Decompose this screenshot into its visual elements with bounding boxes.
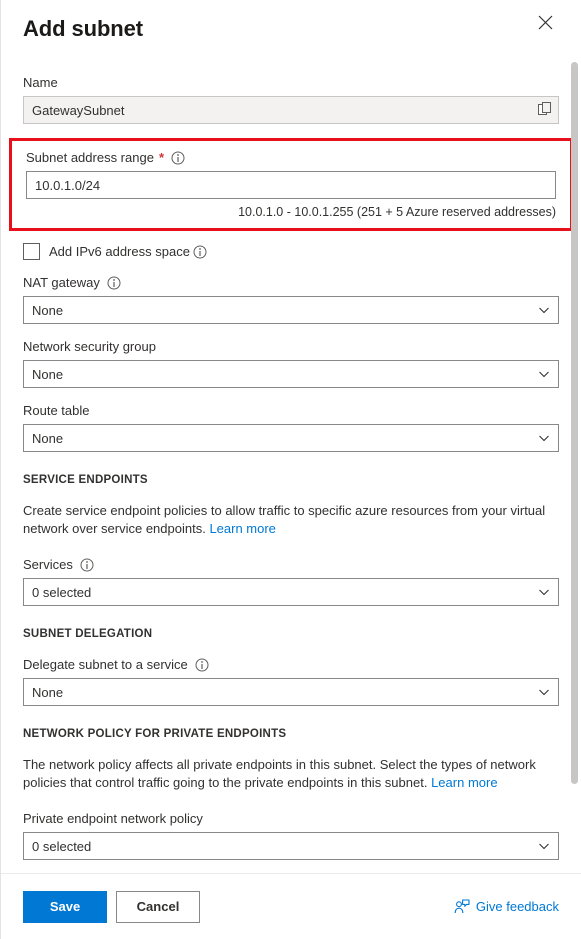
page-title: Add subnet — [23, 16, 143, 41]
save-button[interactable]: Save — [23, 890, 107, 923]
info-icon[interactable] — [107, 276, 121, 290]
field-subnet-address-range: Subnet address range * 10.0.1.0/24 10.0.… — [26, 149, 556, 220]
add-ipv6-row[interactable]: Add IPv6 address space — [23, 243, 559, 260]
field-route-table: Route table None — [23, 402, 559, 452]
scrollbar-thumb[interactable] — [571, 62, 578, 784]
private-endpoint-network-policy-label: Private endpoint network policy — [23, 810, 559, 828]
subnet-address-range-label-text: Subnet address range — [26, 150, 154, 165]
route-table-dropdown[interactable]: None — [23, 424, 559, 452]
required-marker: * — [158, 150, 164, 165]
field-name: Name GatewaySubnet — [23, 74, 559, 124]
delegate-subnet-dropdown[interactable]: None — [23, 678, 559, 706]
chevron-down-icon — [530, 425, 558, 451]
network-policy-learn-more-link[interactable]: Learn more — [431, 775, 497, 790]
network-policy-description: The network policy affects all private e… — [23, 756, 559, 792]
network-policy-heading: NETWORK POLICY FOR PRIVATE ENDPOINTS — [23, 728, 287, 740]
chevron-down-icon — [530, 833, 558, 859]
name-input-wrapper: GatewaySubnet — [23, 96, 559, 124]
name-label: Name — [23, 74, 559, 92]
route-table-value: None — [32, 430, 64, 446]
add-subnet-blade: Add subnet Name GatewaySubnet Subnet add… — [0, 0, 581, 939]
private-endpoint-network-policy-label-text: Private endpoint network policy — [23, 811, 203, 826]
network-security-group-value: None — [32, 366, 64, 382]
field-services: Services 0 selected — [23, 556, 559, 606]
route-table-label: Route table — [23, 402, 559, 420]
private-endpoint-network-policy-value: 0 selected — [32, 838, 92, 854]
delegate-subnet-value: None — [32, 684, 64, 700]
info-icon[interactable] — [171, 151, 185, 165]
chevron-down-icon — [530, 679, 558, 705]
nat-gateway-label: NAT gateway — [23, 274, 559, 292]
subnet-delegation-heading: SUBNET DELEGATION — [23, 628, 153, 640]
copy-icon — [538, 101, 552, 119]
service-endpoints-learn-more-link[interactable]: Learn more — [209, 521, 275, 536]
close-icon — [538, 15, 553, 30]
delegate-subnet-label-text: Delegate subnet to a service — [23, 657, 188, 672]
copy-button[interactable] — [532, 97, 558, 123]
service-endpoints-description-text: Create service endpoint policies to allo… — [23, 503, 546, 536]
services-dropdown[interactable]: 0 selected — [23, 578, 559, 606]
network-security-group-dropdown[interactable]: None — [23, 360, 559, 388]
field-private-endpoint-network-policy: Private endpoint network policy 0 select… — [23, 810, 559, 860]
private-endpoint-network-policy-dropdown[interactable]: 0 selected — [23, 832, 559, 860]
info-icon[interactable] — [193, 245, 207, 259]
chevron-down-icon — [530, 361, 558, 387]
service-endpoints-description: Create service endpoint policies to allo… — [23, 502, 559, 538]
network-security-group-label-text: Network security group — [23, 339, 156, 354]
give-feedback-button[interactable]: Give feedback — [454, 898, 559, 915]
give-feedback-label: Give feedback — [475, 899, 559, 914]
service-endpoints-heading: SERVICE ENDPOINTS — [23, 474, 148, 486]
subnet-address-range-input[interactable]: 10.0.1.0/24 — [27, 178, 555, 193]
route-table-label-text: Route table — [23, 403, 90, 418]
nat-gateway-value: None — [32, 302, 64, 318]
blade-header: Add subnet — [1, 0, 581, 62]
chevron-down-icon — [530, 579, 558, 605]
close-button[interactable] — [531, 8, 559, 36]
name-input[interactable]: GatewaySubnet — [24, 103, 532, 118]
delegate-subnet-label: Delegate subnet to a service — [23, 656, 559, 674]
nat-gateway-label-text: NAT gateway — [23, 275, 100, 290]
add-ipv6-label: Add IPv6 address space — [49, 244, 207, 259]
nat-gateway-dropdown[interactable]: None — [23, 296, 559, 324]
subnet-address-range-input-wrapper: 10.0.1.0/24 — [26, 171, 556, 199]
blade-footer: Save Cancel Give feedback — [1, 873, 581, 939]
info-icon[interactable] — [80, 558, 94, 572]
network-security-group-label: Network security group — [23, 338, 559, 356]
field-network-security-group: Network security group None — [23, 338, 559, 388]
field-nat-gateway: NAT gateway None — [23, 274, 559, 324]
person-feedback-icon — [454, 898, 470, 915]
vertical-scrollbar[interactable] — [571, 62, 578, 871]
subnet-address-range-label: Subnet address range * — [26, 149, 556, 167]
cancel-button[interactable]: Cancel — [116, 890, 200, 923]
name-label-text: Name — [23, 75, 58, 90]
services-label: Services — [23, 556, 559, 574]
subnet-address-range-help-text: 10.0.1.0 - 10.0.1.255 (251 + 5 Azure res… — [238, 205, 556, 219]
add-ipv6-checkbox[interactable] — [23, 243, 40, 260]
services-label-text: Services — [23, 557, 73, 572]
blade-body: Name GatewaySubnet Subnet address range … — [1, 62, 581, 873]
chevron-down-icon — [530, 297, 558, 323]
subnet-address-range-highlight: Subnet address range * 10.0.1.0/24 10.0.… — [9, 138, 573, 231]
info-icon[interactable] — [195, 658, 209, 672]
field-delegate-subnet: Delegate subnet to a service None — [23, 656, 559, 706]
add-ipv6-label-text: Add IPv6 address space — [49, 244, 190, 259]
services-value: 0 selected — [32, 584, 92, 600]
